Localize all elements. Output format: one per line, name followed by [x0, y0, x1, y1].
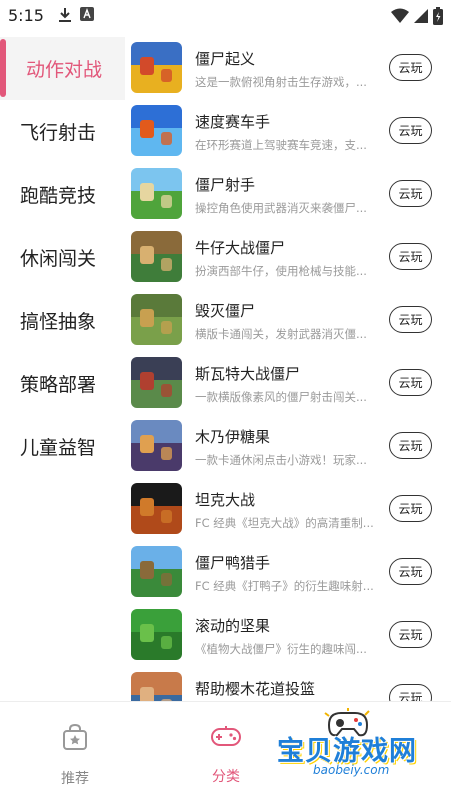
sidebar-item[interactable]: 跑酷竞技: [0, 163, 125, 226]
watermark-url: baobeiy.com: [313, 763, 390, 777]
cloud-play-button[interactable]: 云玩: [389, 558, 432, 585]
game-description: 横版卡通闯关，发射武器消灭僵...: [195, 327, 367, 341]
sidebar-item-label: 动作对战: [26, 59, 103, 81]
cloud-play-button[interactable]: 云玩: [389, 684, 432, 701]
game-list-item[interactable]: 僵尸鸭猎手 FC 经典《打鸭子》的衍生趣味射... 云玩: [125, 541, 451, 604]
game-description: 一款横版像素风的僵尸射击闯关...: [195, 390, 367, 404]
game-title: 滚动的坚果: [195, 617, 271, 635]
game-description: 一款卡通休闲点击小游戏！玩家...: [195, 453, 367, 467]
game-title: 牛仔大战僵尸: [195, 239, 286, 257]
game-list-item[interactable]: 斯瓦特大战僵尸一款横版像素风的僵尸射击闯关... 云玩: [125, 352, 451, 415]
tab-category[interactable]: 分类: [186, 724, 266, 786]
tab-category-label: 分类: [212, 769, 240, 785]
game-title: 木乃伊糖果: [195, 428, 271, 446]
cloud-play-button[interactable]: 云玩: [389, 621, 432, 648]
cloud-play-button[interactable]: 云玩: [389, 432, 432, 459]
sidebar-item[interactable]: 飞行射击: [0, 100, 125, 163]
status-time: 5:15: [8, 6, 44, 25]
game-title: 帮助樱木花道投篮: [195, 680, 316, 698]
game-title: 毁灭僵尸: [195, 302, 256, 320]
sidebar-item[interactable]: 休闲闯关: [0, 226, 125, 289]
game-list-item[interactable]: 牛仔大战僵尸扮演西部牛仔，使用枪械与技能... 云玩: [125, 226, 451, 289]
sidebar-item-label: 策略部署: [20, 374, 97, 396]
game-description: FC 经典《坦克大战》的高清重制...: [195, 516, 374, 530]
game-thumbnail[interactable]: [131, 231, 182, 282]
tab-recommend-label: 推荐: [61, 771, 89, 787]
game-thumbnail[interactable]: [131, 546, 182, 597]
game-list[interactable]: 僵尸起义 这是一款俯视角射击生存游戏，... 云玩 速度赛车手 在环形赛道上驾驶赛车竞速…: [125, 37, 451, 701]
battery-icon: [433, 7, 443, 25]
active-indicator: [0, 39, 6, 97]
game-list-item[interactable]: 木乃伊糖果一款卡通休闲点击小游戏！玩家... 云玩: [125, 415, 451, 478]
game-description: 《植物大战僵尸》衍生的趣味闯...: [195, 642, 367, 656]
game-title: 僵尸起义: [195, 50, 256, 68]
cloud-play-button[interactable]: 云玩: [389, 243, 432, 270]
sidebar-item-label: 跑酷竞技: [20, 185, 97, 207]
game-thumbnail[interactable]: [131, 672, 182, 701]
game-thumbnail[interactable]: [131, 357, 182, 408]
sidebar-item-label: 休闲闯关: [20, 248, 97, 270]
game-title: 僵尸射手: [195, 176, 256, 194]
game-list-item[interactable]: 速度赛车手在环形赛道上驾驶赛车竞速，支... 云玩: [125, 100, 451, 163]
cloud-play-button[interactable]: 云玩: [389, 117, 432, 144]
game-description: 在环形赛道上驾驶赛车竞速，支...: [195, 138, 367, 152]
game-list-item[interactable]: 僵尸射手操控角色使用武器消灭来袭僵尸... 云玩: [125, 163, 451, 226]
app-notification-icon: [80, 7, 94, 21]
sidebar-item-label: 飞行射击: [20, 122, 97, 144]
game-list-item[interactable]: 帮助樱木花道投篮 云玩: [125, 667, 451, 701]
cloud-play-button[interactable]: 云玩: [389, 369, 432, 396]
game-description: 扮演西部牛仔，使用枪械与技能...: [195, 264, 367, 278]
game-thumbnail[interactable]: [131, 609, 182, 660]
game-title: 僵尸鸭猎手: [195, 554, 271, 572]
game-thumbnail[interactable]: [131, 483, 182, 534]
cloud-play-button[interactable]: 云玩: [389, 54, 432, 81]
cloud-play-button[interactable]: 云玩: [389, 180, 432, 207]
cloud-play-button[interactable]: 云玩: [389, 306, 432, 333]
sidebar-item[interactable]: 儿童益智: [0, 415, 125, 478]
status-bar: 5:15: [0, 0, 451, 32]
game-thumbnail[interactable]: [131, 168, 182, 219]
game-description: 操控角色使用武器消灭来袭僵尸...: [195, 201, 367, 215]
game-title: 坦克大战: [195, 491, 256, 509]
sidebar-item-label: 儿童益智: [20, 437, 97, 459]
sidebar-item[interactable]: 策略部署: [0, 352, 125, 415]
wifi-icon: [391, 8, 409, 23]
sidebar-item[interactable]: 动作对战: [0, 37, 125, 100]
signal-icon: [414, 9, 428, 23]
site-watermark: 宝贝游戏网 baobeiy.com: [275, 707, 445, 785]
sidebar-item-label: 搞怪抽象: [20, 311, 97, 333]
sidebar-item[interactable]: 搞怪抽象: [0, 289, 125, 352]
cloud-play-button[interactable]: 云玩: [389, 495, 432, 522]
game-list-item[interactable]: 僵尸起义这是一款俯视角射击生存游戏，... 云玩: [125, 37, 451, 100]
game-thumbnail[interactable]: [131, 105, 182, 156]
game-list-item[interactable]: 毁灭僵尸横版卡通闯关，发射武器消灭僵... 云玩: [125, 289, 451, 352]
star-bag-icon: [63, 723, 87, 750]
game-title: 速度赛车手: [195, 113, 271, 131]
game-thumbnail[interactable]: [131, 294, 182, 345]
game-list-item[interactable]: 坦克大战 FC 经典《坦克大战》的高清重制... 云玩: [125, 478, 451, 541]
game-thumbnail[interactable]: [131, 420, 182, 471]
game-description: 这是一款俯视角射击生存游戏，...: [195, 75, 367, 89]
game-thumbnail[interactable]: [131, 42, 182, 93]
gamepad-icon: [211, 726, 241, 746]
game-description: FC 经典《打鸭子》的衍生趣味射...: [195, 579, 374, 593]
tab-recommend[interactable]: 推荐: [35, 723, 115, 788]
category-sidebar: 动作对战飞行射击跑酷竞技休闲闯关搞怪抽象策略部署儿童益智: [0, 37, 125, 478]
game-title: 斯瓦特大战僵尸: [195, 365, 301, 383]
game-list-item[interactable]: 滚动的坚果《植物大战僵尸》衍生的趣味闯... 云玩: [125, 604, 451, 667]
download-icon: [59, 8, 71, 22]
